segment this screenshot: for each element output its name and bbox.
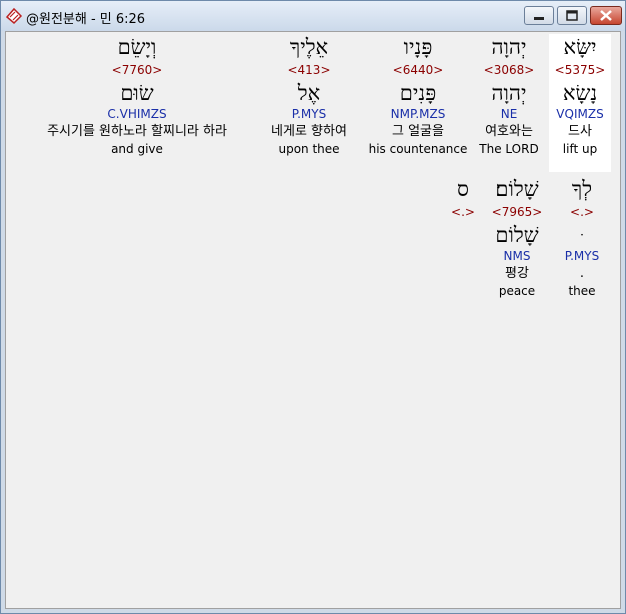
strong-number[interactable]: <5375> bbox=[549, 62, 611, 80]
hebrew-word: לְךָ bbox=[571, 177, 593, 201]
korean-gloss: 네게로 향하여 bbox=[271, 124, 347, 139]
close-icon bbox=[600, 10, 612, 21]
verse-analysis-panel: יִשָּׂא <5375> נָשָׂא VQIMZS 드사 lift up … bbox=[5, 31, 621, 609]
word-column[interactable]: יִשָּׂא <5375> נָשָׂא VQIMZS 드사 lift up bbox=[549, 34, 611, 172]
parsing-code: NMS bbox=[503, 249, 531, 263]
hebrew-word: פָּנָיו bbox=[403, 35, 433, 59]
hebrew-lemma: ּ bbox=[554, 222, 610, 248]
hebrew-lemma: פָּנִים bbox=[399, 81, 437, 105]
korean-gloss: 드사 bbox=[568, 124, 592, 139]
parsing-code: NMP.MZS bbox=[390, 107, 446, 121]
english-gloss: The LORD bbox=[479, 142, 539, 156]
parsing-code: P.MYS bbox=[291, 107, 327, 121]
word-column[interactable]: פָּנָיו <6440> פָּנִים NMP.MZS 그 얼굴을 his… bbox=[367, 34, 469, 172]
korean-gloss: 여호와는 bbox=[485, 124, 533, 139]
word-column[interactable]: ס <.> bbox=[446, 176, 480, 226]
bible-app-icon bbox=[5, 7, 23, 25]
word-column[interactable]: וְיָשֵׂם <7760> שׂוּם C.VHIMZS 주시기를 원하노라… bbox=[22, 34, 252, 172]
strong-number[interactable]: <3068> bbox=[474, 62, 544, 80]
english-gloss: thee bbox=[568, 284, 596, 298]
hebrew-lemma: אֶל bbox=[297, 81, 321, 105]
window-title: @원전분해 - 민 6:26 bbox=[26, 12, 146, 27]
hebrew-word: ס bbox=[457, 177, 469, 201]
title-bar: @원전분해 - 민 6:26 bbox=[1, 1, 625, 31]
korean-gloss: . bbox=[579, 266, 585, 281]
word-column[interactable]: לְךָ <.> ּ P.MYS . thee bbox=[554, 176, 610, 312]
korean-gloss: 그 얼굴을 bbox=[392, 124, 444, 139]
minimize-icon bbox=[534, 17, 544, 20]
hebrew-word: יִשָּׂא bbox=[563, 35, 597, 59]
parsing-code: NE bbox=[500, 107, 518, 121]
app-window: @원전분해 - 민 6:26 יִשָּׂא <5375> נָשָׂא VQI… bbox=[0, 0, 626, 614]
hebrew-word: יְהוָה bbox=[491, 35, 527, 59]
hebrew-lemma: נָשָׂא bbox=[562, 81, 598, 105]
hebrew-lemma: יְהוָה bbox=[491, 81, 527, 105]
strong-number[interactable]: <6440> bbox=[367, 62, 469, 80]
parsing-code: P.MYS bbox=[564, 249, 600, 263]
hebrew-word: שָׁלוֹם׃ bbox=[495, 177, 539, 201]
parsing-code: C.VHIMZS bbox=[107, 107, 167, 121]
strong-number[interactable]: <413> bbox=[258, 62, 360, 80]
english-gloss: lift up bbox=[562, 142, 598, 156]
word-column[interactable]: יְהוָה <3068> יְהוָה NE 여호와는 The LORD bbox=[474, 34, 544, 172]
minimize-button[interactable] bbox=[524, 6, 554, 25]
maximize-icon bbox=[566, 10, 578, 21]
word-column[interactable]: אֵלֶיךָ <413> אֶל P.MYS 네게로 향하여 upon the… bbox=[258, 34, 360, 172]
maximize-button[interactable] bbox=[557, 6, 587, 25]
parsing-code: VQIMZS bbox=[556, 107, 604, 121]
english-gloss: upon thee bbox=[278, 142, 340, 156]
close-button[interactable] bbox=[590, 6, 622, 25]
strong-number[interactable]: <.> bbox=[554, 204, 610, 222]
english-gloss: his countenance bbox=[368, 142, 468, 156]
strong-number[interactable]: <.> bbox=[446, 204, 480, 222]
hebrew-word: וְיָשֵׂם bbox=[117, 35, 157, 59]
korean-gloss: 평강 bbox=[505, 266, 529, 281]
hebrew-lemma: שׂוּם bbox=[120, 81, 154, 105]
korean-gloss: 주시기를 원하노라 할찌니라 하라 bbox=[47, 124, 227, 139]
hebrew-lemma: שָׁלוֹם bbox=[495, 223, 539, 247]
english-gloss: and give bbox=[111, 142, 163, 156]
english-gloss: peace bbox=[498, 284, 536, 298]
strong-number[interactable]: <7760> bbox=[22, 62, 252, 80]
word-column[interactable]: שָׁלוֹם׃ <7965> שָׁלוֹם NMS 평강 peace bbox=[484, 176, 550, 312]
strong-number[interactable]: <7965> bbox=[484, 204, 550, 222]
hebrew-word: אֵלֶיךָ bbox=[289, 35, 329, 59]
